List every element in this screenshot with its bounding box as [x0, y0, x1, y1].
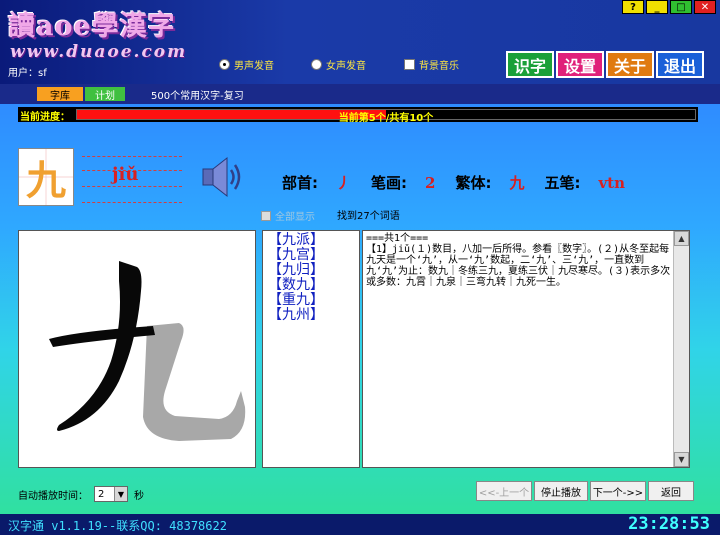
radio-selected-icon — [219, 59, 230, 70]
wubi-label: 五笔: — [544, 174, 581, 192]
window-controls: ? _ □ ✕ — [622, 0, 716, 14]
next-button[interactable]: 下一个->> — [590, 481, 646, 501]
tab-library[interactable]: 字库 — [37, 87, 83, 102]
maximize-window-button[interactable]: □ — [670, 0, 692, 14]
progress-bar: 当前第5个/共有10个 — [76, 109, 696, 124]
bg-music-label: 背景音乐 — [419, 61, 459, 72]
learn-button[interactable]: 识字 — [506, 51, 554, 78]
back-button[interactable]: 返回 — [648, 481, 694, 501]
prev-button[interactable]: <<-上一个 — [476, 481, 532, 501]
auto-play-interval-select[interactable]: 2 ▼ — [94, 486, 128, 502]
app-logo-url: www.duaoe.com — [10, 42, 188, 62]
found-words-text: 找到27个词语 — [337, 211, 400, 222]
definition-scrollbar[interactable]: ▲ ▼ — [673, 231, 689, 467]
checkbox-icon — [261, 210, 271, 221]
help-window-button[interactable]: ? — [622, 0, 644, 14]
word-item[interactable]: 【数九】 — [268, 278, 359, 293]
bg-music-checkbox[interactable]: 背景音乐 — [404, 57, 459, 72]
about-button[interactable]: 关于 — [606, 51, 654, 78]
stroke-animation-panel — [18, 230, 256, 468]
definition-text: ===共1个=== 【1】jiǔ(１)数目，八加一后所得。参看〖数字〗。(２)从… — [366, 233, 671, 288]
scroll-down-icon[interactable]: ▼ — [674, 452, 689, 467]
show-all-checkbox[interactable]: 全部显示 — [261, 208, 315, 223]
character-box: 九 — [18, 148, 74, 206]
main-panel: 当前进度： 当前第5个/共有10个 九 jiǔ 部首: 丿 笔画: 2 繁体: … — [0, 104, 720, 514]
word-item[interactable]: 【九归】 — [268, 263, 359, 278]
definition-panel[interactable]: ===共1个=== 【1】jiǔ(１)数目，八加一后所得。参看〖数字〗。(２)从… — [362, 230, 690, 468]
progress-label: 当前进度： — [20, 112, 70, 123]
pinyin-line — [82, 156, 182, 157]
auto-play-label: 自动播放时间： — [18, 490, 88, 502]
character-glyph: 九 — [26, 157, 66, 204]
word-list[interactable]: 【九派】 【九宫】 【九归】 【数九】 【重九】 【九州】 — [262, 230, 360, 468]
app-header: 讀aoe學漢字 www.duaoe.com 用户：sf ? _ □ ✕ 男声发音… — [0, 0, 720, 84]
scroll-up-icon[interactable]: ▲ — [674, 231, 689, 246]
app-logo-title: 讀aoe學漢字 — [8, 11, 176, 42]
pinyin-line — [82, 186, 182, 187]
female-voice-radio[interactable]: 女声发音 — [311, 57, 366, 72]
radio-unselected-icon — [311, 59, 322, 70]
strokes-value: 2 — [425, 174, 436, 192]
stroke-character-drawing — [49, 261, 246, 441]
close-window-button[interactable]: ✕ — [694, 0, 716, 14]
radical-value: 丿 — [336, 174, 352, 192]
clock-time: 23:28:53 — [628, 514, 710, 534]
strokes-label: 笔画: — [371, 174, 408, 192]
progress-text: 当前第5个/共有10个 — [338, 113, 434, 124]
tab-plan[interactable]: 计划 — [85, 87, 125, 102]
status-version-text: 汉字通 v1.1.19--联系QQ: 48378622 — [8, 519, 227, 533]
word-item[interactable]: 【重九】 — [268, 293, 359, 308]
auto-play-value: 2 — [98, 488, 105, 500]
word-item[interactable]: 【九宫】 — [268, 248, 359, 263]
lesson-subtitle: 500个常用汉字-复习 — [151, 91, 244, 102]
settings-button[interactable]: 设置 — [556, 51, 604, 78]
traditional-value: 九 — [509, 174, 525, 192]
radical-label: 部首: — [282, 174, 318, 192]
male-voice-radio[interactable]: 男声发音 — [219, 57, 274, 72]
character-info-row: 部首: 丿 笔画: 2 繁体: 九 五笔: vtn — [282, 172, 645, 193]
speaker-icon[interactable] — [197, 152, 247, 202]
auto-play-row: 自动播放时间： 2 ▼ 秒 — [18, 486, 144, 502]
male-voice-label: 男声发音 — [234, 61, 274, 72]
stop-play-button[interactable]: 停止播放 — [534, 481, 588, 501]
exit-button[interactable]: 退出 — [656, 51, 704, 78]
show-all-label: 全部显示 — [275, 212, 315, 223]
female-voice-label: 女声发音 — [326, 61, 366, 72]
minimize-window-button[interactable]: _ — [646, 0, 668, 14]
wubi-value: vtn — [598, 174, 626, 192]
user-label: 用户：sf — [8, 68, 47, 79]
checkbox-icon — [404, 59, 415, 70]
progress-row: 当前进度： 当前第5个/共有10个 — [18, 107, 698, 124]
pinyin-line — [82, 202, 182, 203]
auto-play-unit: 秒 — [134, 490, 144, 502]
word-item[interactable]: 【九州】 — [268, 308, 359, 323]
word-item[interactable]: 【九派】 — [268, 233, 359, 248]
status-bar: 汉字通 v1.1.19--联系QQ: 48378622 23:28:53 — [0, 514, 720, 535]
chevron-down-icon: ▼ — [114, 487, 127, 501]
pinyin-text: jiǔ — [112, 164, 139, 185]
pinyin-grid: jiǔ — [82, 156, 182, 204]
tab-bar: 字库 计划 500个常用汉字-复习 — [0, 84, 720, 104]
traditional-label: 繁体: — [455, 174, 492, 192]
